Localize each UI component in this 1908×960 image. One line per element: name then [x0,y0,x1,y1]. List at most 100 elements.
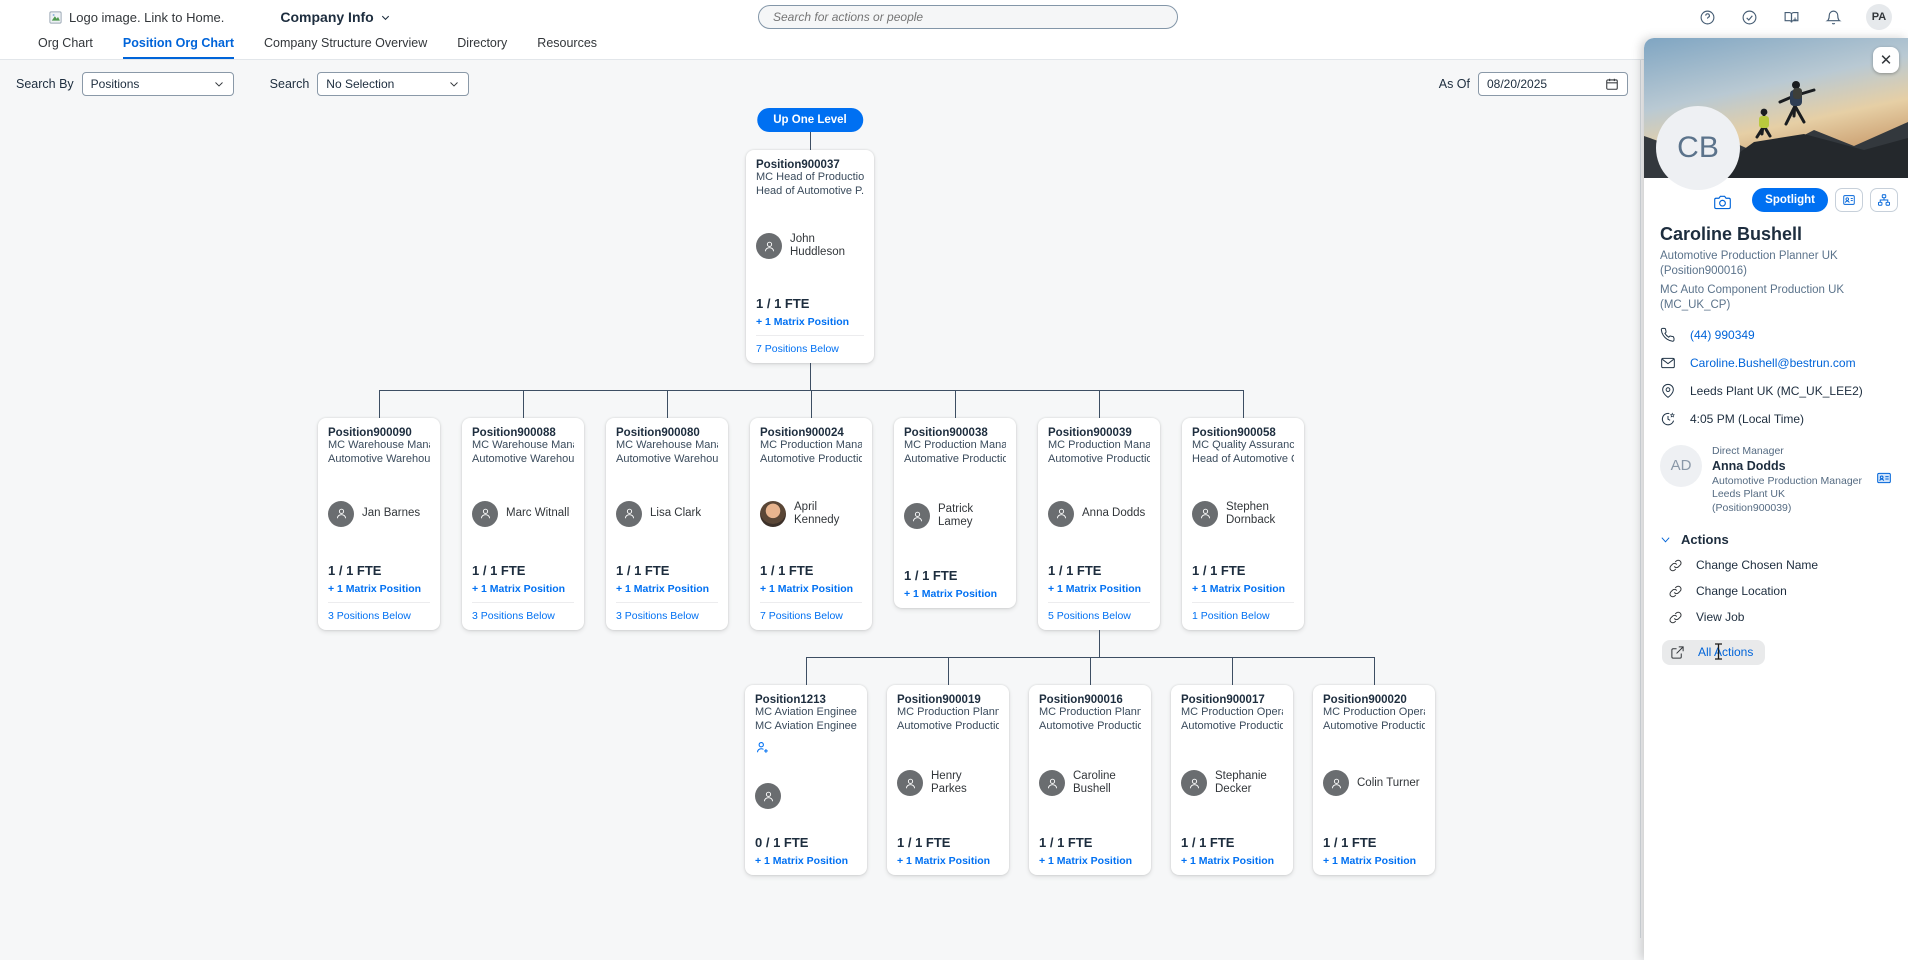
phone-link[interactable]: (44) 990349 [1690,328,1755,342]
contact-badge-icon[interactable] [1835,188,1863,212]
user-avatar[interactable]: PA [1866,4,1892,30]
actions-header[interactable]: Actions [1660,532,1892,547]
handbook-icon[interactable] [1782,8,1800,26]
position-department: Automotive Warehous... [328,452,430,465]
as-of-date-picker[interactable]: 08/20/2025 [1478,72,1628,96]
position-card[interactable]: Position900058 MC Quality Assurance... H… [1182,418,1304,630]
position-department: Automotive Productio... [1323,719,1425,732]
direct-manager-block[interactable]: AD Direct Manager Anna Dodds Automotive … [1660,444,1892,516]
positions-below-link[interactable]: 3 Positions Below [328,602,430,622]
fte-value: 1 / 1 FTE [472,563,526,578]
incumbent-row: Colin Turner [1323,770,1425,797]
positions-below-link[interactable]: 5 Positions Below [1048,602,1150,622]
person-name: Marc Witnall [506,507,570,520]
email-link[interactable]: Caroline.Bushell@bestrun.com [1690,356,1856,370]
fte-value: 1 / 1 FTE [760,563,814,578]
position-id: Position900019 [897,694,981,706]
person-avatar-icon [1039,770,1065,797]
matrix-position-link[interactable]: + 1 Matrix Position [328,583,430,595]
position-card[interactable]: Position900017 MC Production Opera... Au… [1171,685,1293,875]
close-icon[interactable]: ✕ [1873,47,1899,73]
matrix-position-link[interactable]: + 1 Matrix Position [756,316,864,328]
home-logo-link[interactable]: Logo image. Link to Home. [48,10,224,25]
action-view-job[interactable]: View Job [1668,610,1892,625]
incumbent-row: John Huddleson [756,233,864,260]
fte-value: 1 / 1 FTE [1181,835,1235,850]
action-change-chosen-name[interactable]: Change Chosen Name [1668,558,1892,573]
position-card[interactable]: Position900016 MC Production Planner Aut… [1029,685,1151,875]
matrix-position-link[interactable]: + 1 Matrix Position [1323,855,1425,867]
positions-below-link[interactable]: 7 Positions Below [756,335,864,355]
position-card[interactable]: Position1213 MC Aviation Engineer MC Avi… [745,685,867,875]
action-change-location[interactable]: Change Location [1668,584,1892,599]
incumbent-row: Stephanie Decker [1181,770,1283,797]
global-search-input[interactable] [758,5,1178,29]
profile-avatar[interactable]: CB [1656,106,1740,190]
manager-contact-card-icon[interactable] [1876,470,1892,491]
notifications-bell-icon[interactable] [1824,8,1842,26]
position-title: MC Production Opera... [1323,706,1425,718]
chevron-down-icon [381,15,389,20]
matrix-position-link[interactable]: + 1 Matrix Position [1048,583,1150,595]
position-card[interactable]: Position900039 MC Production Manager Aut… [1038,418,1160,630]
todo-check-icon[interactable] [1740,8,1758,26]
position-card[interactable]: Position900019 MC Production Planner Aut… [887,685,1009,875]
matrix-position-link[interactable]: + 1 Matrix Position [1192,583,1294,595]
position-card[interactable]: Position900037 MC Head of Production Hea… [746,150,874,363]
fte-value: 1 / 1 FTE [904,568,958,583]
matrix-position-link[interactable]: + 1 Matrix Position [904,588,1006,600]
position-card[interactable]: Position900088 MC Warehouse Mana... Auto… [462,418,584,630]
spotlight-button[interactable]: Spotlight [1752,188,1828,212]
matrix-position-link[interactable]: + 1 Matrix Position [760,583,862,595]
positions-below-link[interactable]: 3 Positions Below [616,602,718,622]
up-one-level-button[interactable]: Up One Level [757,108,863,132]
positions-below-link[interactable]: 7 Positions Below [760,602,862,622]
tab-resources[interactable]: Resources [537,36,597,59]
person-avatar-icon [472,500,498,527]
matrix-position-link[interactable]: + 1 Matrix Position [897,855,999,867]
position-title: MC Warehouse Mana... [328,439,430,451]
org-chart-icon[interactable] [1870,188,1898,212]
matrix-position-link[interactable]: + 1 Matrix Position [1181,855,1283,867]
all-actions-button[interactable]: All Actions [1662,639,1766,665]
top-bar-icons: PA [1698,0,1892,34]
tab-org-chart[interactable]: Org Chart [38,36,93,59]
actions-section: Actions Change Chosen Name Change Locati… [1660,532,1892,665]
camera-icon[interactable] [1714,194,1731,216]
search-select[interactable]: No Selection [317,72,470,96]
help-icon[interactable] [1698,8,1716,26]
matrix-position-link[interactable]: + 1 Matrix Position [472,583,574,595]
profile-position: Automotive Production Planner UK (Positi… [1660,250,1838,277]
person-add-icon[interactable] [755,740,857,760]
matrix-position-link[interactable]: + 1 Matrix Position [616,583,718,595]
position-title: MC Production Manager [760,439,862,451]
org-connector-line [1090,657,1091,685]
tab-company-structure-overview[interactable]: Company Structure Overview [264,36,427,59]
module-title-menu[interactable]: Company Info [280,9,390,25]
org-connector-line [1374,657,1375,685]
matrix-position-link[interactable]: + 1 Matrix Position [755,855,857,867]
position-title: MC Production Manager [904,439,1006,451]
person-avatar-icon [1192,500,1218,527]
position-card[interactable]: Position900024 MC Production Manager Aut… [750,418,872,630]
search-by-select[interactable]: Positions [81,72,234,96]
tab-position-org-chart[interactable]: Position Org Chart [122,36,235,59]
position-id: Position1213 [755,694,826,706]
position-id: Position900016 [1039,694,1123,706]
position-card[interactable]: Position900020 MC Production Opera... Au… [1313,685,1435,875]
position-id: Position900017 [1181,694,1265,706]
position-card[interactable]: Position900038 MC Production Manager Aut… [894,418,1016,608]
org-connector-line [955,390,956,418]
fte-value: 1 / 1 FTE [1323,835,1377,850]
incumbent-row: Marc Witnall [472,500,574,527]
position-title: MC Warehouse Mana... [616,439,718,451]
org-connector-line [810,363,811,390]
positions-below-link[interactable]: 3 Positions Below [472,602,574,622]
tab-directory[interactable]: Directory [457,36,507,59]
person-name: Henry Parkes [931,770,967,796]
position-card[interactable]: Position900080 MC Warehouse Mana... Auto… [606,418,728,630]
position-card[interactable]: Position900090 MC Warehouse Mana... Auto… [318,418,440,630]
search-value: No Selection [326,77,395,91]
positions-below-link[interactable]: 1 Position Below [1192,602,1294,622]
matrix-position-link[interactable]: + 1 Matrix Position [1039,855,1141,867]
